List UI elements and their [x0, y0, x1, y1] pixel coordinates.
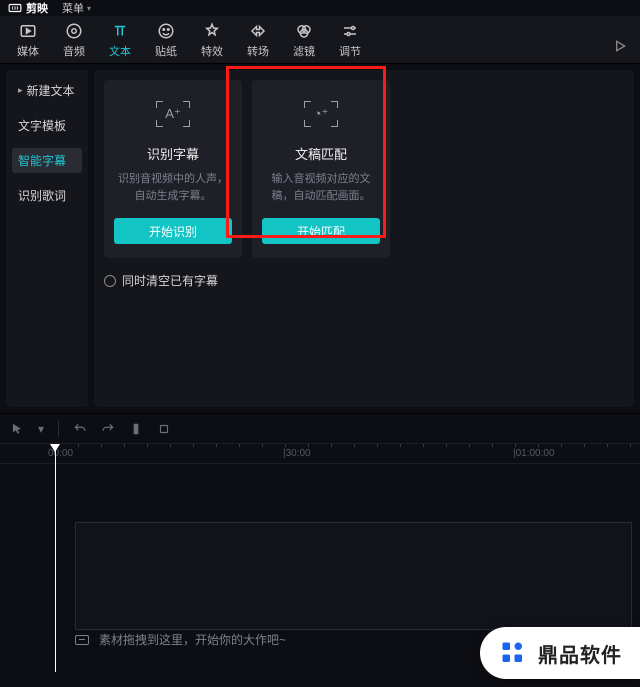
checkbox-label: 同时清空已有字幕 [122, 272, 218, 289]
radio-icon [104, 275, 116, 287]
tab-media[interactable]: 媒体 [6, 21, 50, 63]
titlebar: 剪映 菜单 ▾ [0, 0, 640, 16]
card-title: 文稿匹配 [295, 144, 347, 163]
clear-subtitles-checkbox[interactable]: 同时清空已有字幕 [104, 272, 624, 289]
track-drop-area[interactable] [75, 522, 632, 630]
sticker-icon [156, 21, 176, 41]
sidebar-item-lyrics[interactable]: 识别歌词 [12, 183, 82, 208]
watermark-logo-icon [498, 638, 528, 668]
tab-effects[interactable]: 特效 [190, 21, 234, 63]
audio-icon [64, 21, 84, 41]
play-icon [612, 38, 628, 54]
subtitle-glyph-icon: A⁺ [156, 101, 190, 127]
tab-label: 音频 [63, 43, 85, 59]
sidebar-item-label: 新建文本 [27, 82, 75, 99]
tab-filter[interactable]: 滤镜 [282, 21, 326, 63]
transition-icon [248, 21, 268, 41]
tab-label: 贴纸 [155, 43, 177, 59]
media-icon [18, 21, 38, 41]
tab-label: 特效 [201, 43, 223, 59]
triangle-icon: ▸ [18, 85, 23, 96]
pointer-tool[interactable] [10, 422, 24, 436]
menu-label: 菜单 [62, 0, 84, 16]
ruler-mark: |01:00:00 [513, 448, 555, 459]
card-script-match: ◔⁺ 文稿匹配 输入音视频对应的文稿，自动匹配画面。 开始匹配 [252, 80, 390, 258]
redo-button[interactable] [101, 422, 115, 436]
tab-label: 调节 [339, 43, 361, 59]
toolbar-overflow[interactable] [606, 32, 634, 63]
watermark-text: 鼎品软件 [538, 639, 622, 668]
menu-dropdown[interactable]: 菜单 ▾ [56, 0, 97, 16]
undo-button[interactable] [73, 422, 87, 436]
sidebar-item-smart-subtitle[interactable]: 智能字幕 [12, 148, 82, 173]
card-row: A⁺ 识别字幕 识别音视频中的人声，自动生成字幕。 开始识别 ◔⁺ 文稿匹配 输… [104, 80, 624, 258]
card-recognize-subtitle: A⁺ 识别字幕 识别音视频中的人声，自动生成字幕。 开始识别 [104, 80, 242, 258]
drop-hint-text: 素材拖拽到这里，开始你的大作吧~ [99, 631, 286, 648]
tab-audio[interactable]: 音频 [52, 21, 96, 63]
card-desc: 输入音视频对应的文稿，自动匹配画面。 [264, 171, 378, 204]
tab-label: 媒体 [17, 43, 39, 59]
app-name: 剪映 [26, 0, 48, 16]
drop-hint: 素材拖拽到这里，开始你的大作吧~ [75, 631, 286, 648]
chevron-down-icon: ▾ [87, 4, 91, 13]
sidebar-item-label: 智能字幕 [18, 152, 66, 169]
timeline-toolbar: ▾ [0, 414, 640, 444]
tab-label: 文本 [109, 43, 131, 59]
sidebar-item-text-template[interactable]: 文字模板 [12, 113, 82, 138]
ruler-mark: |30:00 [283, 448, 311, 459]
content-panel: A⁺ 识别字幕 识别音视频中的人声，自动生成字幕。 开始识别 ◔⁺ 文稿匹配 输… [94, 70, 634, 407]
card-desc: 识别音视频中的人声，自动生成字幕。 [116, 171, 230, 204]
separator [58, 421, 59, 437]
card-icon: A⁺ [153, 94, 193, 134]
effects-icon [202, 21, 222, 41]
text-icon [110, 21, 130, 41]
sidebar-item-label: 文字模板 [18, 117, 66, 134]
tab-adjust[interactable]: 调节 [328, 21, 372, 63]
delete-button[interactable] [157, 422, 171, 436]
time-ruler[interactable]: 00:00 |30:00 |01:00:00 [0, 444, 640, 464]
tab-sticker[interactable]: 贴纸 [144, 21, 188, 63]
top-toolbar: 媒体 音频 文本 贴纸 特效 转场 滤镜 调节 [0, 16, 640, 64]
start-recognize-button[interactable]: 开始识别 [114, 218, 232, 244]
sidebar: ▸ 新建文本 文字模板 智能字幕 识别歌词 [6, 70, 88, 407]
start-match-button[interactable]: 开始匹配 [262, 218, 380, 244]
main-panel: ▸ 新建文本 文字模板 智能字幕 识别歌词 A⁺ 识别字幕 识别音视频中的人声，… [0, 64, 640, 414]
app-logo: 剪映 [8, 0, 48, 16]
pointer-dropdown[interactable]: ▾ [38, 422, 44, 436]
clip-icon [75, 635, 89, 645]
card-icon: ◔⁺ [301, 94, 341, 134]
card-title: 识别字幕 [147, 144, 199, 163]
sidebar-item-new-text[interactable]: ▸ 新建文本 [12, 78, 82, 103]
tab-label: 滤镜 [293, 43, 315, 59]
logo-icon [8, 1, 22, 15]
filter-icon [294, 21, 314, 41]
tab-label: 转场 [247, 43, 269, 59]
playhead[interactable] [55, 444, 56, 672]
tab-text[interactable]: 文本 [98, 21, 142, 63]
adjust-icon [340, 21, 360, 41]
tab-transition[interactable]: 转场 [236, 21, 280, 63]
split-button[interactable] [129, 422, 143, 436]
match-glyph-icon: ◔⁺ [304, 101, 338, 127]
sidebar-item-label: 识别歌词 [18, 187, 66, 204]
watermark-badge: 鼎品软件 [480, 627, 640, 679]
